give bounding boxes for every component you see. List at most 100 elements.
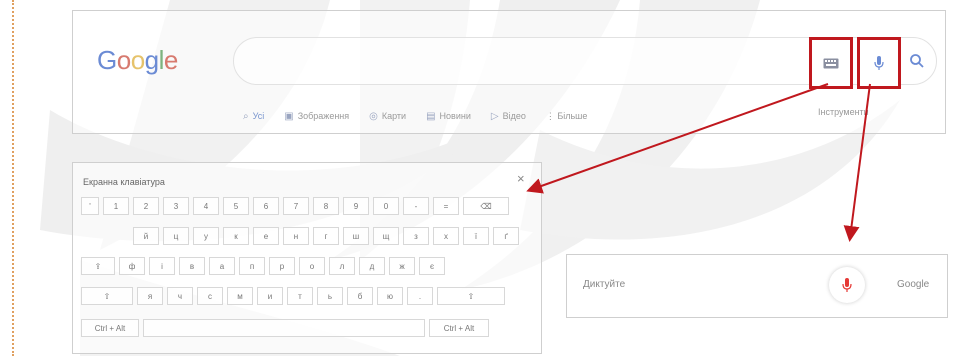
key[interactable]: ф bbox=[119, 257, 145, 275]
key[interactable]: ж bbox=[389, 257, 415, 275]
key[interactable]: 4 bbox=[193, 197, 219, 215]
key[interactable]: в bbox=[179, 257, 205, 275]
key[interactable]: с bbox=[197, 287, 223, 305]
search-icon: ⌕ bbox=[243, 110, 249, 122]
keyboard-row-5: Ctrl + Alt Ctrl + Alt bbox=[81, 319, 489, 337]
key[interactable]: ч bbox=[167, 287, 193, 305]
key[interactable]: о bbox=[299, 257, 325, 275]
keyboard-row-3: ⇪ ф і в а п р о л д ж є bbox=[81, 257, 445, 275]
tab-images[interactable]: ▣ Зображення bbox=[284, 111, 349, 122]
key[interactable]: = bbox=[433, 197, 459, 215]
close-icon[interactable]: × bbox=[517, 171, 525, 186]
image-icon: ▣ bbox=[284, 110, 294, 122]
keyboard-title: Екранна клавіатура bbox=[83, 177, 165, 187]
microphone-icon bbox=[842, 278, 852, 292]
video-icon: ▷ bbox=[490, 110, 499, 122]
ctrl-alt-key-left[interactable]: Ctrl + Alt bbox=[81, 319, 139, 337]
key[interactable]: й bbox=[133, 227, 159, 245]
search-icon bbox=[910, 54, 924, 68]
key[interactable]: ґ bbox=[493, 227, 519, 245]
key[interactable]: ш bbox=[343, 227, 369, 245]
key[interactable]: н bbox=[283, 227, 309, 245]
key[interactable]: ь bbox=[317, 287, 343, 305]
tab-maps[interactable]: ◎ Карти bbox=[369, 111, 406, 122]
key[interactable]: т bbox=[287, 287, 313, 305]
tab-all[interactable]: ⌕ Усі bbox=[243, 111, 264, 122]
search-tabs: ⌕ Усі ▣ Зображення ◎ Карти ▤ Новини ▷ Ві… bbox=[243, 107, 587, 125]
tab-news[interactable]: ▤ Новини bbox=[426, 111, 471, 122]
key[interactable]: м bbox=[227, 287, 253, 305]
key[interactable]: 2 bbox=[133, 197, 159, 215]
voice-search-panel: Диктуйте Google bbox=[566, 254, 948, 318]
voice-brand: Google bbox=[897, 279, 930, 290]
keyboard-icon bbox=[823, 58, 839, 68]
key[interactable]: е bbox=[253, 227, 279, 245]
google-search-panel: Google ⌕ Усі ▣ Зображення ◎ Карти ▤ Нови… bbox=[72, 10, 946, 134]
key[interactable]: 9 bbox=[343, 197, 369, 215]
key[interactable]: - bbox=[403, 197, 429, 215]
logo-letter: G bbox=[97, 45, 117, 75]
news-icon: ▤ bbox=[426, 110, 436, 122]
ctrl-alt-key-right[interactable]: Ctrl + Alt bbox=[429, 319, 489, 337]
key[interactable]: 0 bbox=[373, 197, 399, 215]
key[interactable]: у bbox=[193, 227, 219, 245]
key[interactable]: л bbox=[329, 257, 355, 275]
key[interactable]: ю bbox=[377, 287, 403, 305]
key[interactable]: и bbox=[257, 287, 283, 305]
key[interactable]: г bbox=[313, 227, 339, 245]
key[interactable]: ї bbox=[463, 227, 489, 245]
tab-more[interactable]: ⋮ Більше bbox=[546, 111, 588, 122]
key[interactable]: . bbox=[407, 287, 433, 305]
logo-letter: o bbox=[116, 45, 131, 75]
key[interactable]: ц bbox=[163, 227, 189, 245]
tab-label: Зображення bbox=[297, 111, 350, 121]
tab-label: Відео bbox=[502, 111, 526, 121]
tools-link[interactable]: Інструменти bbox=[818, 107, 869, 117]
caps-lock-key[interactable]: ⇪ bbox=[81, 257, 115, 275]
keyboard-row-2: й ц у к е н г ш щ з х ї ґ bbox=[133, 227, 519, 245]
tab-video[interactable]: ▷ Відео bbox=[491, 111, 526, 122]
search-input[interactable] bbox=[252, 48, 796, 74]
key[interactable]: п bbox=[239, 257, 265, 275]
key[interactable]: я bbox=[137, 287, 163, 305]
space-key[interactable] bbox=[143, 319, 425, 337]
shift-key-left[interactable]: ⇧ bbox=[81, 287, 133, 305]
key[interactable]: 1 bbox=[103, 197, 129, 215]
map-pin-icon: ◎ bbox=[369, 110, 378, 122]
key[interactable]: б bbox=[347, 287, 373, 305]
keyboard-row-4: ⇧ я ч с м и т ь б ю . ⇧ bbox=[81, 287, 505, 305]
microphone-icon bbox=[874, 56, 884, 70]
key[interactable]: 3 bbox=[163, 197, 189, 215]
search-button[interactable] bbox=[909, 53, 927, 71]
key[interactable]: к bbox=[223, 227, 249, 245]
key[interactable]: ' bbox=[81, 197, 99, 215]
key[interactable]: щ bbox=[373, 227, 399, 245]
backspace-key[interactable]: ⌫ bbox=[463, 197, 509, 215]
key[interactable]: а bbox=[209, 257, 235, 275]
key[interactable]: 6 bbox=[253, 197, 279, 215]
tab-label: Усі bbox=[252, 111, 265, 121]
virtual-keyboard-button[interactable] bbox=[809, 37, 853, 89]
logo-letter: e bbox=[163, 45, 178, 75]
key[interactable]: д bbox=[359, 257, 385, 275]
voice-search-button[interactable] bbox=[857, 37, 901, 89]
key[interactable]: є bbox=[419, 257, 445, 275]
keyboard-row-1: ' 1 2 3 4 5 6 7 8 9 0 - = ⌫ bbox=[81, 197, 509, 215]
shift-key-right[interactable]: ⇧ bbox=[437, 287, 505, 305]
google-logo[interactable]: Google bbox=[97, 45, 178, 76]
key[interactable]: 5 bbox=[223, 197, 249, 215]
dotted-margin-line bbox=[12, 0, 14, 356]
tab-label: Карти bbox=[381, 111, 407, 121]
key[interactable]: р bbox=[269, 257, 295, 275]
logo-letter: g bbox=[144, 45, 159, 75]
voice-mic-button[interactable] bbox=[829, 267, 865, 303]
voice-prompt: Диктуйте bbox=[583, 279, 626, 290]
key[interactable]: і bbox=[149, 257, 175, 275]
logo-letter: o bbox=[130, 45, 145, 75]
tab-label: ⋮ Більше bbox=[545, 110, 588, 121]
key[interactable]: з bbox=[403, 227, 429, 245]
key[interactable]: 8 bbox=[313, 197, 339, 215]
key[interactable]: х bbox=[433, 227, 459, 245]
tab-label: Новини bbox=[439, 111, 471, 121]
key[interactable]: 7 bbox=[283, 197, 309, 215]
